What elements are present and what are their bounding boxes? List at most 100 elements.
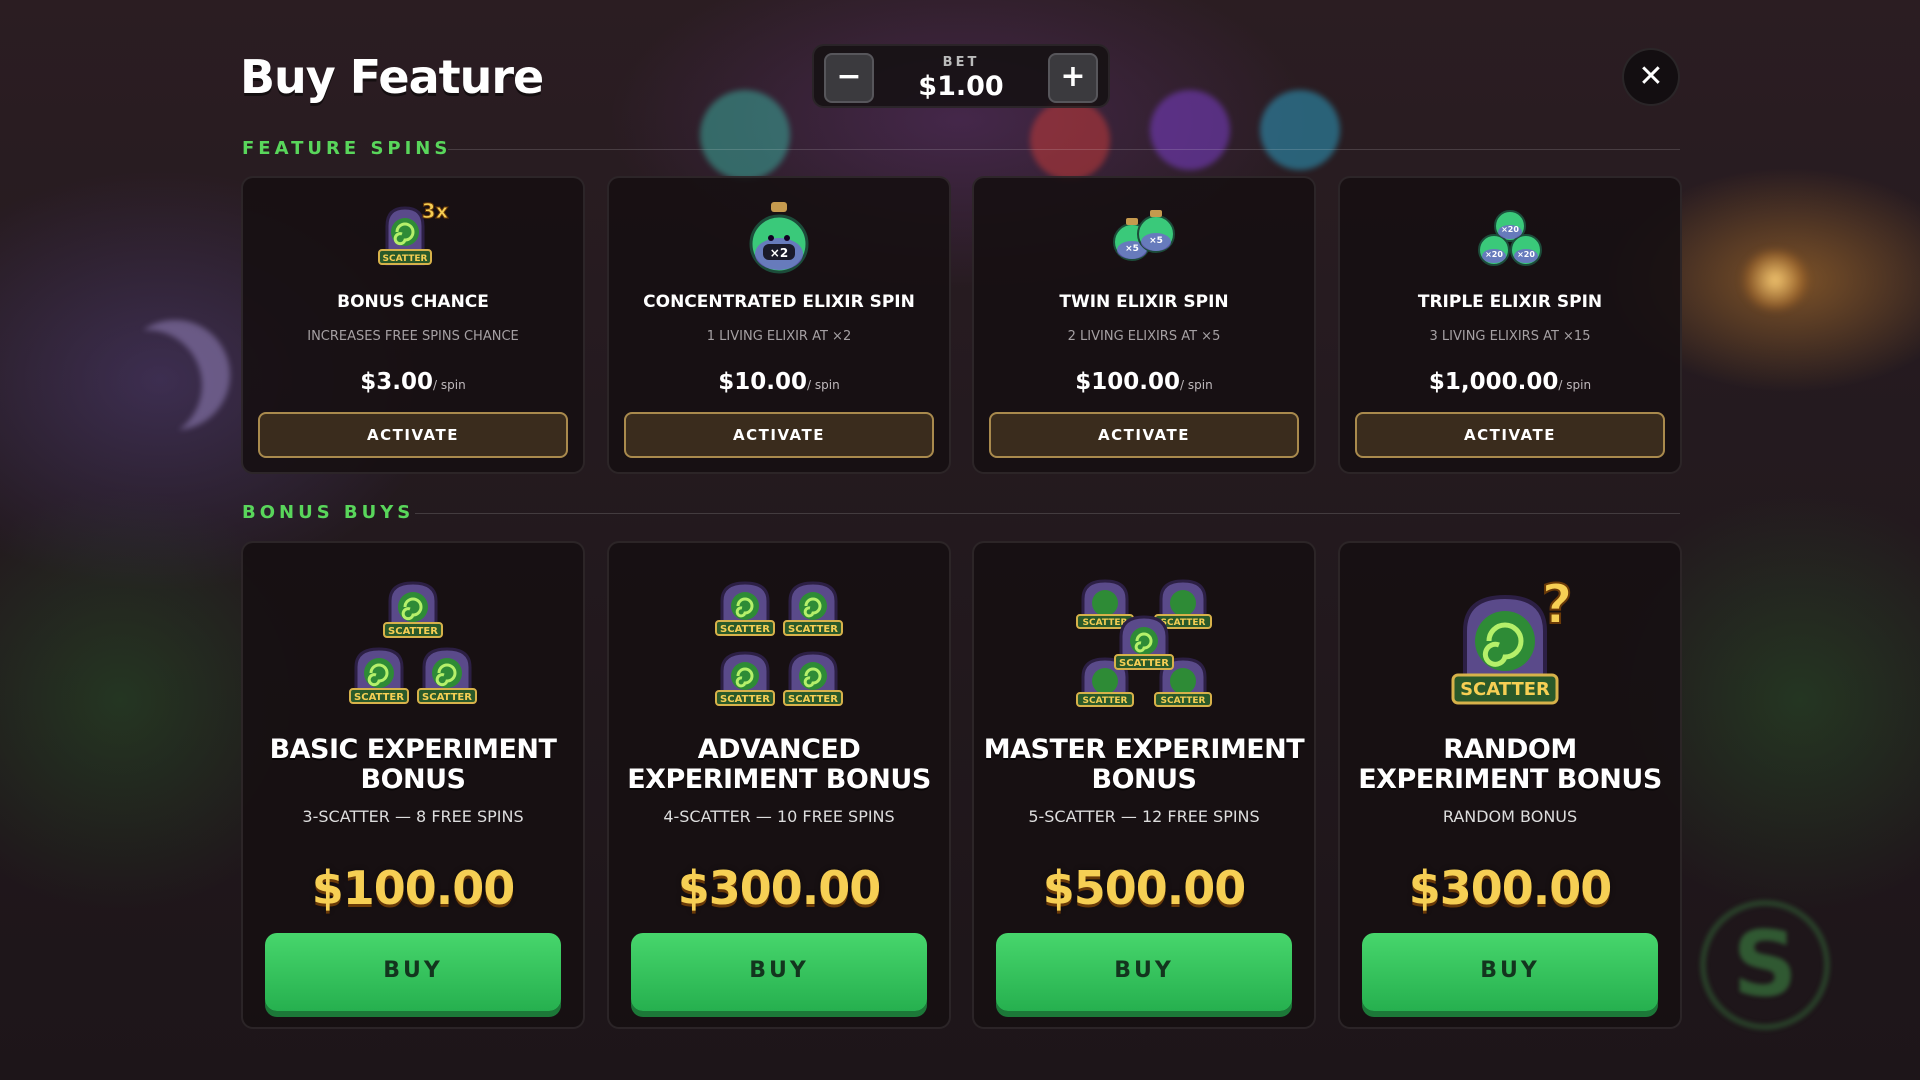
bonus-description: 5-SCATTER — 12 FREE SPINS — [1028, 807, 1260, 826]
bonus-name-line: BONUS — [360, 764, 467, 795]
five-scatter-icon: SCATTER SCATTER SCATTER SCATTER SCATTER — [1076, 579, 1212, 707]
bonus-name-line: EXPERIMENT BONUS — [627, 764, 931, 795]
buy-button[interactable]: BUY — [1362, 933, 1658, 1011]
background-orb — [1150, 90, 1230, 170]
bonus-name: MASTER EXPERIMENT BONUS — [974, 735, 1314, 795]
scatter-label: SCATTER — [422, 692, 472, 703]
elixir-x2-icon: ×2 — [749, 202, 809, 274]
activate-button[interactable]: ACTIVATE — [989, 412, 1299, 458]
multiplier-badge: ×5 — [1125, 244, 1139, 254]
feature-name: CONCENTRATED ELIXIR SPIN — [643, 292, 915, 312]
feature-name: TRIPLE ELIXIR SPIN — [1417, 292, 1603, 312]
scatter-label: SCATTER — [720, 694, 770, 705]
background-orb — [1030, 100, 1110, 180]
feature-card-concentrated-elixir: ×2 CONCENTRATED ELIXIR SPIN 1 LIVING ELI… — [607, 176, 951, 474]
buy-button[interactable]: BUY — [265, 933, 561, 1011]
feature-card-triple-elixir: ×20 ×20 ×20 TRIPLE ELIXIR SPIN 3 LIVING … — [1338, 176, 1682, 474]
feature-price-row: $10.00/ spin — [609, 369, 949, 395]
triple-elixir-icon: ×20 ×20 ×20 — [1478, 210, 1542, 266]
bonus-description: RANDOM BONUS — [1442, 807, 1578, 826]
twin-elixir-icon: ×5 ×5 — [1113, 210, 1175, 261]
bet-increase-button[interactable]: + — [1048, 53, 1098, 103]
bonus-name-line: EXPERIMENT BONUS — [1358, 764, 1662, 795]
page-title: Buy Feature — [240, 50, 544, 104]
bonus-name-line: MASTER EXPERIMENT — [983, 734, 1305, 765]
section-divider — [415, 513, 1680, 514]
buy-button[interactable]: BUY — [631, 933, 927, 1011]
bet-control: − BET $1.00 + — [812, 44, 1110, 108]
scatter-label: SCATTER — [1083, 618, 1128, 628]
random-scatter-icon: SCATTER ? — [1451, 573, 1574, 705]
bonus-card-basic: SCATTER SCATTER SCATTER BASIC EXPERIMENT… — [241, 541, 585, 1029]
scatter-label: SCATTER — [788, 694, 838, 705]
bonus-card-advanced: SCATTER SCATTER SCATTER SCATTER ADVANCED… — [607, 541, 951, 1029]
background-moon — [120, 320, 230, 430]
feature-price-row: $3.00/ spin — [243, 369, 583, 395]
four-scatter-icon: SCATTER SCATTER SCATTER SCATTER — [715, 581, 843, 706]
multiplier-badge: ×20 — [1485, 250, 1503, 259]
bonus-name: ADVANCED EXPERIMENT BONUS — [609, 735, 949, 795]
feature-name: BONUS CHANCE — [337, 292, 489, 312]
three-scatter-icon: SCATTER SCATTER SCATTER — [349, 581, 477, 704]
feature-description: 3 LIVING ELIXIRS AT ×15 — [1429, 329, 1591, 344]
feature-price-row: $100.00/ spin — [974, 369, 1314, 395]
feature-price-row: $1,000.00/ spin — [1340, 369, 1680, 395]
bonus-name: RANDOM EXPERIMENT BONUS — [1340, 735, 1680, 795]
scatter-label: SCATTER — [1161, 618, 1206, 628]
background-s-symbol: S — [1700, 900, 1830, 1030]
scatter-3x-icon: SCATTER 3x — [378, 199, 449, 266]
bonus-description: 4-SCATTER — 10 FREE SPINS — [663, 807, 895, 826]
multiplier-badge: ×5 — [1149, 236, 1163, 246]
feature-price: $100.00 — [1075, 369, 1181, 395]
feature-price: $3.00 — [360, 369, 434, 395]
multiplier-badge: ×2 — [770, 246, 788, 260]
price-unit: / spin — [807, 378, 840, 392]
scatter-label: SCATTER — [1083, 696, 1128, 706]
background-orb — [1260, 90, 1340, 170]
scatter-label: SCATTER — [1460, 679, 1550, 700]
bonus-card-random: SCATTER ? RANDOM EXPERIMENT BONUS RANDOM… — [1338, 541, 1682, 1029]
background-lamp — [1740, 250, 1810, 310]
bonus-description: 3-SCATTER — 8 FREE SPINS — [302, 807, 524, 826]
bonus-price: $100.00 — [311, 861, 516, 915]
price-unit: / spin — [1180, 378, 1213, 392]
bonus-name-line: RANDOM — [1443, 734, 1577, 765]
question-mark-badge: ? — [1541, 573, 1572, 636]
scatter-label: SCATTER — [354, 692, 404, 703]
section-divider — [448, 149, 1680, 150]
bonus-name-line: BASIC EXPERIMENT — [269, 734, 557, 765]
background-orb — [700, 90, 790, 180]
feature-card-bonus-chance: SCATTER 3x BONUS CHANCE INCREASES FREE S… — [241, 176, 585, 474]
section-title-feature-spins: FEATURE SPINS — [242, 138, 452, 159]
bonus-price: $500.00 — [1042, 861, 1247, 915]
scatter-label: SCATTER — [1119, 658, 1169, 669]
bonus-card-master: SCATTER SCATTER SCATTER SCATTER SCATTER — [972, 541, 1316, 1029]
feature-description: 1 LIVING ELIXIR AT ×2 — [706, 329, 852, 344]
feature-card-twin-elixir: ×5 ×5 TWIN ELIXIR SPIN 2 LIVING ELIXIRS … — [972, 176, 1316, 474]
feature-price: $10.00 — [718, 369, 808, 395]
multiplier-badge: ×20 — [1501, 225, 1519, 234]
activate-button[interactable]: ACTIVATE — [624, 412, 934, 458]
price-unit: / spin — [433, 378, 466, 392]
price-unit: / spin — [1558, 378, 1592, 392]
feature-name: TWIN ELIXIR SPIN — [1059, 292, 1229, 312]
bonus-name: BASIC EXPERIMENT BONUS — [243, 735, 583, 795]
activate-button[interactable]: ACTIVATE — [258, 412, 568, 458]
scatter-label: SCATTER — [1161, 696, 1206, 706]
feature-description: 2 LIVING ELIXIRS AT ×5 — [1067, 329, 1221, 344]
scatter-label: SCATTER — [788, 624, 838, 635]
multiplier-badge: 3x — [422, 199, 449, 223]
multiplier-badge: ×20 — [1517, 250, 1535, 259]
feature-price: $1,000.00 — [1428, 369, 1559, 395]
bonus-price: $300.00 — [677, 861, 882, 915]
buy-button[interactable]: BUY — [996, 933, 1292, 1011]
activate-button[interactable]: ACTIVATE — [1355, 412, 1665, 458]
feature-description: INCREASES FREE SPINS CHANCE — [307, 329, 519, 344]
scatter-label: SCATTER — [720, 624, 770, 635]
scatter-label: SCATTER — [388, 626, 438, 637]
close-button[interactable]: ✕ — [1622, 48, 1680, 106]
bonus-price: $300.00 — [1408, 861, 1613, 915]
section-title-bonus-buys: BONUS BUYS — [242, 502, 415, 523]
scatter-label: SCATTER — [383, 254, 428, 264]
bonus-name-line: BONUS — [1091, 764, 1198, 795]
